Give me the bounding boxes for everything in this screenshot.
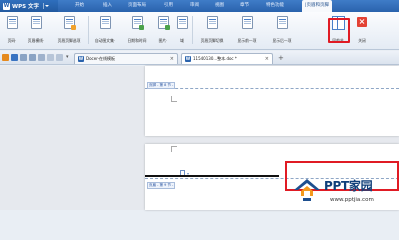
show-previous-button[interactable]: 显示前一项: [232, 16, 262, 44]
menu-page-layout[interactable]: 页面布局: [128, 0, 146, 12]
date-time-button[interactable]: 日期和时间: [123, 16, 151, 44]
chevron-down-icon: [42, 3, 49, 9]
print-preview-icon[interactable]: [29, 54, 36, 61]
title-menu-bar: W WPS 文字 开始 插入 页面布局 引用 审阅 视图 章节 特色功能 |页眉…: [0, 0, 399, 12]
footer-section-tag: 页脚 - 第 8 节 -: [147, 82, 176, 89]
watermark-name: PPT家园: [324, 179, 373, 193]
document-icon: W: [185, 56, 191, 62]
header-footer-switch-button[interactable]: 页眉页脚切换: [195, 16, 229, 44]
page-number-button[interactable]: 页码·: [0, 16, 24, 44]
page-number-icon: [6, 16, 18, 29]
margin-corner: [171, 96, 177, 102]
format-painter-icon[interactable]: [38, 54, 45, 61]
previous-icon: [241, 16, 253, 29]
wps-logo-icon: W: [3, 2, 10, 10]
menu-references[interactable]: 引用: [164, 0, 173, 12]
menu-sections[interactable]: 章节: [240, 0, 249, 12]
tab-docer-templates[interactable]: W Docer-在线模板 ×: [74, 53, 178, 64]
undo-icon[interactable]: [47, 54, 54, 61]
tab-document[interactable]: W 11540130...整本.doc * ×: [181, 53, 273, 64]
close-tab-icon[interactable]: ×: [170, 56, 174, 62]
app-name: WPS 文字: [12, 4, 39, 10]
save-icon[interactable]: [11, 54, 18, 61]
switch-icon: [206, 16, 218, 29]
highlight-box: [328, 18, 350, 43]
folder-icon[interactable]: [2, 54, 9, 61]
menu-view[interactable]: 视图: [215, 0, 224, 12]
options-icon: [63, 16, 76, 30]
field-button[interactable]: 域: [174, 16, 190, 44]
new-tab-button[interactable]: +: [278, 53, 284, 63]
picture-icon: [157, 16, 170, 30]
menu-review[interactable]: 审阅: [190, 0, 199, 12]
picture-button[interactable]: 图片·: [152, 16, 174, 44]
print-icon[interactable]: [20, 54, 27, 61]
house-logo-icon: [294, 179, 320, 201]
auto-text-icon: [99, 16, 111, 29]
menu-insert[interactable]: 插入: [103, 0, 112, 12]
header-horizontal-line: [145, 175, 279, 177]
field-icon: [176, 16, 188, 29]
ribbon-separator: [192, 16, 193, 44]
calendar-icon: [131, 16, 144, 30]
header-line-button[interactable]: 页眉横线·: [24, 16, 48, 44]
ribbon-separator: [88, 16, 89, 44]
docer-icon: W: [78, 56, 84, 62]
chevron-down-icon[interactable]: ▾: [66, 54, 71, 61]
show-next-button[interactable]: 显示后一项: [267, 16, 297, 44]
menu-home[interactable]: 开始: [75, 0, 84, 12]
page[interactable]: 页脚 - 第 8 节 -: [145, 66, 399, 136]
header-line-icon: [30, 16, 42, 29]
redo-icon[interactable]: [56, 54, 63, 61]
header-section-tag: 页眉 - 第 9 节 -: [147, 182, 176, 189]
watermark-url: www.pptjia.com: [330, 197, 374, 203]
close-tab-icon[interactable]: ×: [265, 56, 269, 62]
header-footer-options-button[interactable]: 页眉页脚选项: [52, 16, 86, 44]
next-icon: [276, 16, 288, 29]
margin-corner: [171, 146, 177, 152]
app-menu-button[interactable]: W WPS 文字: [0, 0, 58, 12]
footer-boundary: [145, 88, 399, 89]
tab-bar: ▾ W Docer-在线模板 × W 11540130...整本.doc * ×…: [0, 51, 399, 65]
watermark-logo: PPT家园 www.pptjia.com: [292, 176, 399, 210]
menu-special-features[interactable]: 特色功能: [266, 0, 284, 12]
ribbon-header-footer: 页码· 页眉横线· 页眉页脚选项 自动图文集· 日期和时间 图片· 域 页眉页脚…: [0, 12, 399, 50]
menu-header-footer[interactable]: |页眉和页脚: [302, 0, 333, 12]
auto-text-button[interactable]: 自动图文集·: [90, 16, 120, 44]
close-icon: ×: [357, 17, 367, 27]
close-button[interactable]: × 关闭: [352, 16, 372, 44]
